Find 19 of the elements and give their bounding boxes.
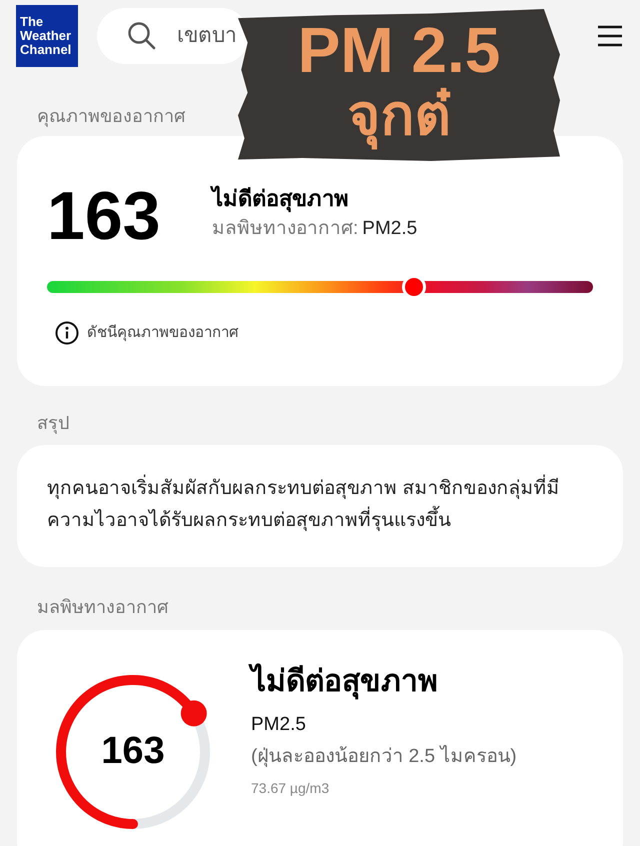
- logo[interactable]: The Weather Channel: [16, 5, 78, 67]
- search-icon: [127, 21, 157, 51]
- section-heading: สรุป: [37, 412, 70, 436]
- pollutant-label: มลพิษทางอากาศ:: [212, 217, 358, 241]
- sticker: PM 2.5 จุกต๋: [238, 9, 560, 161]
- menu-icon[interactable]: [597, 25, 623, 47]
- aqi-category: ไม่ดีต่อสุขภาพ: [212, 184, 350, 214]
- section-heading: คุณภาพของอากาศ: [37, 105, 186, 129]
- summary-text: ทุกคนอาจเริ่มสัมผัสกับผลกระทบต่อสุขภาพ สมาชิกของกลุ่มที่มีความไวอาจได้รับผลกระทบต่อสุขภาพที่รุนแรงขึ้น: [47, 473, 593, 537]
- section-heading: มลพิษทางอากาศ: [37, 596, 170, 619]
- pollutant-description: (ฝุ่นละอองน้อยกว่า 2.5 ไมครอน): [251, 744, 517, 769]
- pollutant-value: PM2.5: [362, 217, 418, 241]
- aqi-value: 163: [47, 178, 162, 254]
- gauge-value: 163: [100, 729, 166, 774]
- pollutant-name: PM2.5: [251, 713, 307, 737]
- info-link[interactable]: ดัชนีคุณภาพของอากาศ: [87, 322, 239, 344]
- search-field[interactable]: เขตบา: [97, 8, 249, 64]
- info-icon[interactable]: [55, 321, 79, 345]
- pollutant-concentration: 73.67 µg/m3: [251, 779, 330, 798]
